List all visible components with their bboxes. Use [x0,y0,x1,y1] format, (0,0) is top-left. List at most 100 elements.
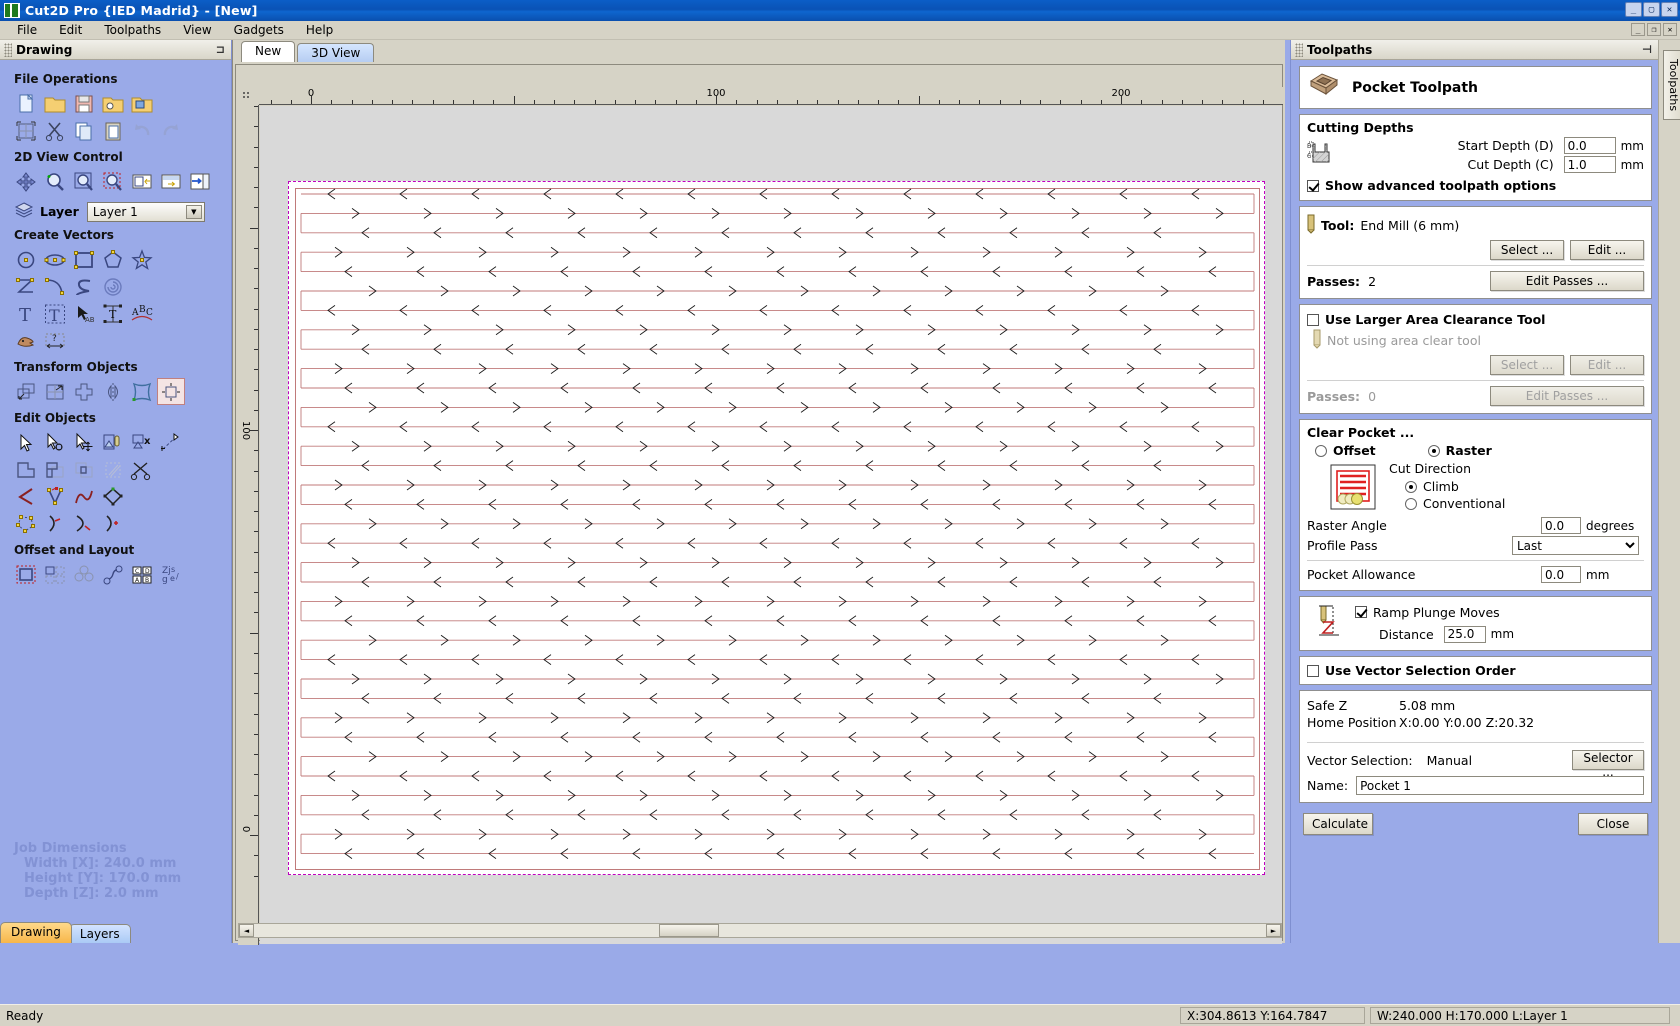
redo-icon[interactable] [157,117,185,144]
menu-help[interactable]: Help [295,21,344,39]
polygon-icon[interactable] [99,246,127,273]
close-vector-icon[interactable]: x [128,429,156,456]
mdi-close-button[interactable]: ✕ [1663,23,1677,36]
rotate-icon[interactable] [70,378,98,405]
calculate-button[interactable]: Calculate [1303,813,1373,835]
new-file-icon[interactable] [12,90,40,117]
nodes-icon[interactable] [12,510,40,537]
drawing-viewport[interactable] [260,106,1282,944]
layer-combo[interactable]: Layer 1 ▼ [87,202,205,222]
vector-order-checkbox[interactable] [1307,665,1319,677]
mdi-minimize-button[interactable]: _ [1631,23,1645,36]
dimension-icon[interactable]: ? [41,327,69,354]
menu-view[interactable]: View [172,21,222,39]
curve-add-icon[interactable] [99,510,127,537]
weld-icon[interactable] [12,456,40,483]
draw-text-icon[interactable]: T [12,300,40,327]
array-copy-icon[interactable] [41,561,69,588]
tool-edit-button[interactable]: Edit ... [1570,240,1644,260]
move-nodes-icon[interactable] [70,429,98,456]
curve-icon[interactable] [70,273,98,300]
raster-radio[interactable] [1428,445,1440,457]
curve-start-icon[interactable] [41,510,69,537]
material-sheet[interactable] [288,181,1265,875]
area-clear-edit-button[interactable]: Edit ... [1570,355,1644,375]
ramp-plunge-checkbox[interactable] [1355,606,1367,618]
subtract-icon[interactable] [41,456,69,483]
pan-icon[interactable] [12,168,40,195]
area-clear-select-button[interactable]: Select ... [1490,355,1564,375]
horizontal-ruler[interactable]: 0100200 [259,87,1283,105]
menu-file[interactable]: File [6,21,48,39]
fillet-icon[interactable] [12,483,40,510]
scroll-left-arrow[interactable]: ◄ [239,924,254,937]
ramp-distance-input[interactable] [1444,626,1486,643]
ellipse-icon[interactable] [41,246,69,273]
curve-end-icon[interactable] [70,510,98,537]
nest-icon[interactable] [70,561,98,588]
use-area-clear-checkbox[interactable] [1307,314,1319,326]
mdi-restore-button[interactable]: ❐ [1647,23,1661,36]
zoom-box-icon[interactable] [128,168,156,195]
text-on-curve-icon[interactable]: T [99,300,127,327]
pin-icon[interactable]: ⊣ [1642,43,1652,56]
text-arc-icon[interactable]: ABC [128,300,156,327]
copy-icon[interactable] [70,117,98,144]
menu-edit[interactable]: Edit [48,21,93,39]
reverse-icon[interactable] [99,483,127,510]
arc-icon[interactable] [41,273,69,300]
open-recent-icon[interactable] [99,90,127,117]
tool-select-button[interactable]: Select ... [1490,240,1564,260]
area-clear-edit-passes-button[interactable]: Edit Passes ... [1490,386,1644,406]
spiral-icon[interactable] [99,273,127,300]
selector-button[interactable]: Selector ... [1572,750,1644,770]
select-arrow-icon[interactable] [12,429,40,456]
open-folder-icon[interactable] [41,90,69,117]
climb-radio[interactable] [1405,481,1417,493]
toggle-3d-icon[interactable] [186,168,214,195]
node-insert-icon[interactable] [41,483,69,510]
horizontal-scrollbar[interactable]: ◄ ► [238,923,1282,938]
move-icon[interactable] [12,378,40,405]
polyline-icon[interactable] [12,273,40,300]
raster-angle-input[interactable] [1541,517,1581,534]
close-button[interactable]: ✕ [1661,2,1678,17]
menu-gadgets[interactable]: Gadgets [223,21,295,39]
text-box-icon[interactable]: T [41,300,69,327]
zoom-drawing-icon[interactable] [157,168,185,195]
zoom-selection-icon[interactable] [99,168,127,195]
pocket-allowance-input[interactable] [1541,566,1581,583]
scroll-right-arrow[interactable]: ► [1266,924,1281,937]
tab-drawing[interactable]: Drawing [0,922,72,943]
profile-pass-select[interactable]: Last [1512,536,1639,555]
measure-icon[interactable] [157,429,185,456]
drag-grip-icon[interactable] [4,43,12,57]
save-disk-icon[interactable] [70,90,98,117]
chevron-down-icon[interactable]: ▼ [186,205,202,219]
tab-3d-view[interactable]: 3D View [297,43,374,62]
circle-icon[interactable] [12,246,40,273]
join-vectors-icon[interactable] [99,429,127,456]
edit-passes-button[interactable]: Edit Passes ... [1490,271,1644,291]
toolpaths-side-tab[interactable]: Toolpaths [1663,50,1680,120]
mirror-icon[interactable] [99,378,127,405]
offset-radio[interactable] [1315,445,1327,457]
import-vectors-icon[interactable] [128,90,156,117]
cut-depth-input[interactable] [1564,156,1616,173]
vertical-ruler[interactable]: 1000 [238,105,259,945]
node-edit-icon[interactable] [41,429,69,456]
text-select-icon[interactable]: AB [70,300,98,327]
close-button[interactable]: Close [1578,813,1648,835]
undo-icon[interactable] [128,117,156,144]
zoom-in-icon[interactable] [41,168,69,195]
minimize-button[interactable]: _ [1625,2,1642,17]
block-copy-icon[interactable] [99,561,127,588]
tab-new[interactable]: New [241,41,295,62]
maximize-button[interactable]: ▢ [1643,2,1660,17]
pin-icon[interactable]: ⊐ [216,43,225,56]
trim-icon[interactable] [128,456,156,483]
menu-toolpaths[interactable]: Toolpaths [93,21,172,39]
scissors-cut-icon[interactable] [41,117,69,144]
toolpath-name-input[interactable] [1356,776,1644,795]
tab-layers[interactable]: Layers [69,924,131,943]
